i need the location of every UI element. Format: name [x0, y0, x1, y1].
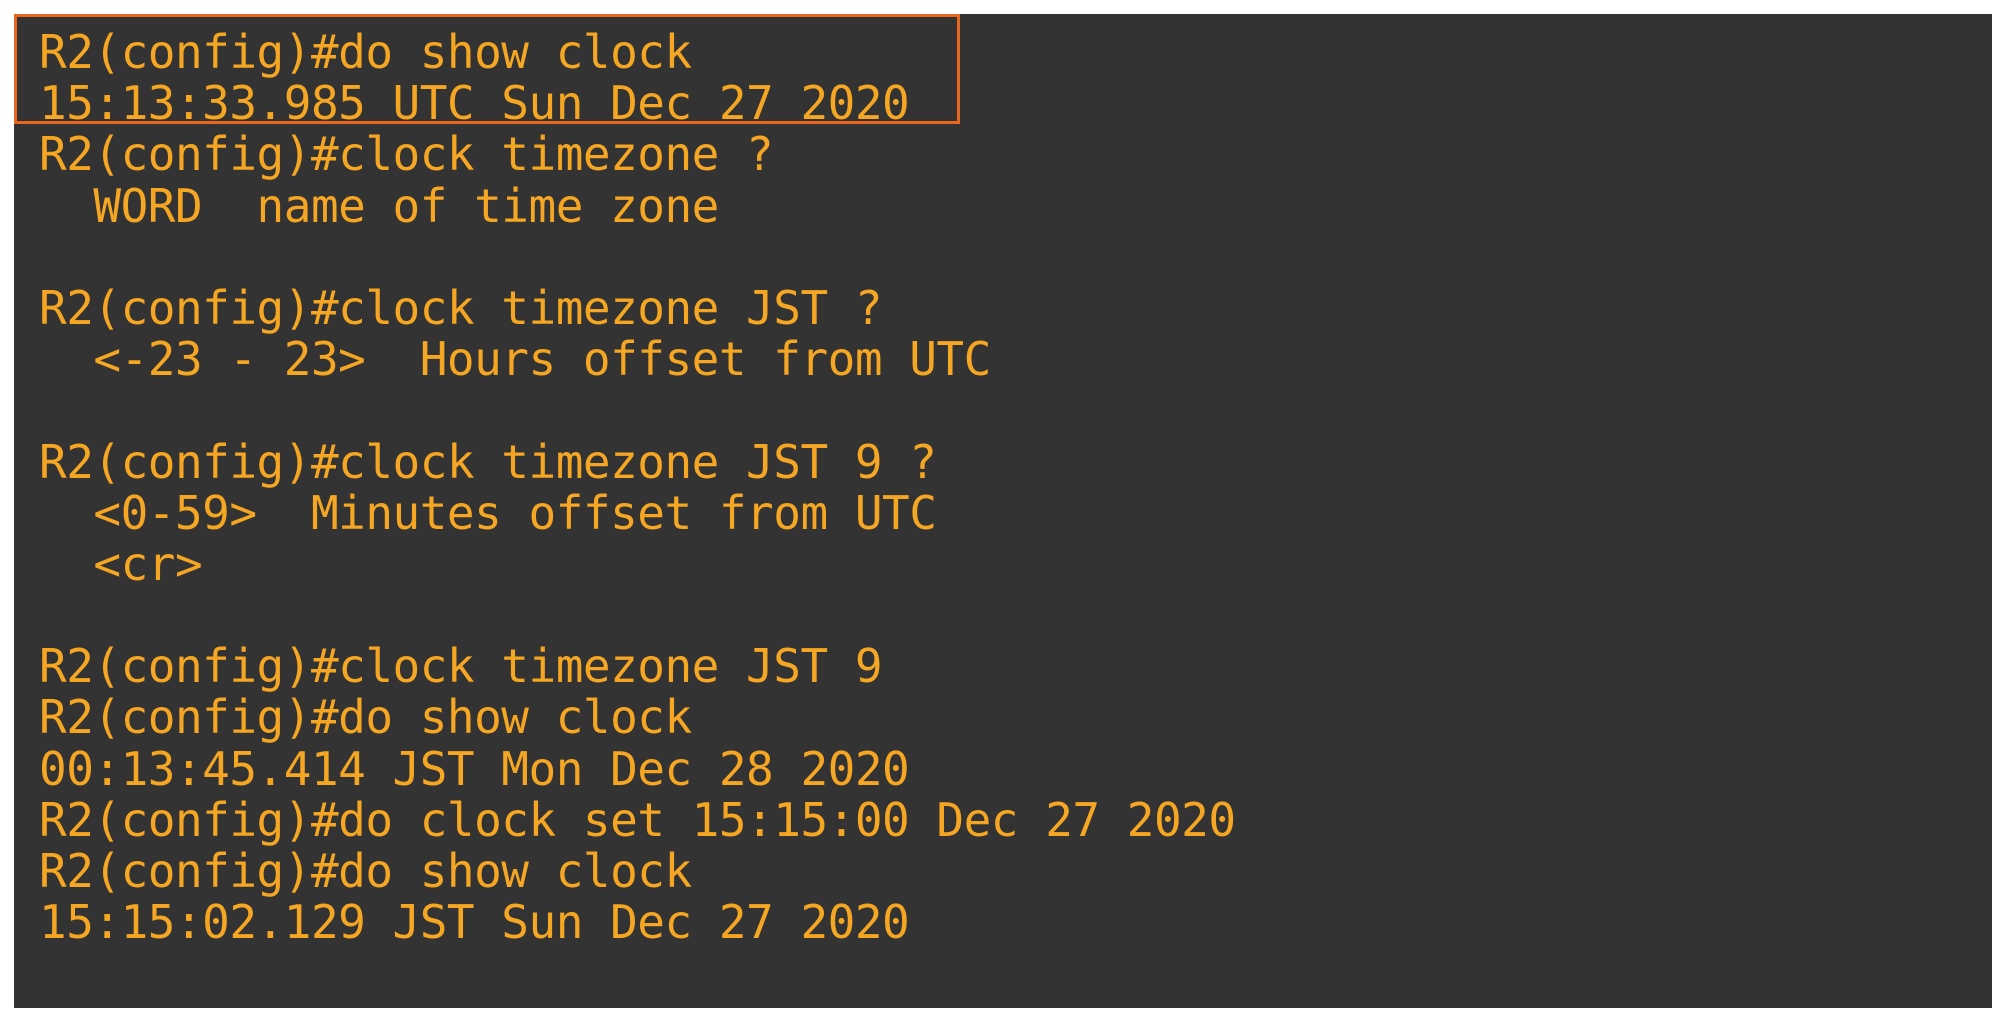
terminal-line: 00:13:45.414 JST Mon Dec 28 2020 [39, 741, 910, 796]
terminal-output: R2(config)#do show clock 15:13:33.985 UT… [39, 25, 1236, 950]
terminal-line: R2(config)#clock timezone ? [39, 127, 774, 182]
terminal-line: R2(config)#clock timezone JST ? [39, 280, 883, 335]
terminal-line: 15:13:33.985 UTC Sun Dec 27 2020 [39, 76, 910, 131]
terminal-line: 15:15:02.129 JST Sun Dec 27 2020 [39, 895, 910, 950]
terminal-line: <-23 - 23> Hours offset from UTC [39, 332, 991, 387]
terminal-line: <0-59> Minutes offset from UTC [39, 485, 937, 540]
terminal-line: R2(config)#do show clock [39, 25, 692, 79]
terminal-line: R2(config)#clock timezone JST 9 ? [39, 434, 937, 489]
terminal-line: <cr> [39, 536, 203, 591]
terminal-line: R2(config)#do show clock [39, 844, 692, 898]
terminal-line: WORD name of time zone [39, 178, 719, 233]
terminal-line: R2(config)#do clock set 15:15:00 Dec 27 … [39, 792, 1236, 847]
terminal-line: R2(config)#clock timezone JST 9 [39, 639, 883, 694]
terminal-line: R2(config)#do show clock [39, 690, 692, 745]
terminal-window: R2(config)#do show clock 15:13:33.985 UT… [14, 14, 1992, 1008]
